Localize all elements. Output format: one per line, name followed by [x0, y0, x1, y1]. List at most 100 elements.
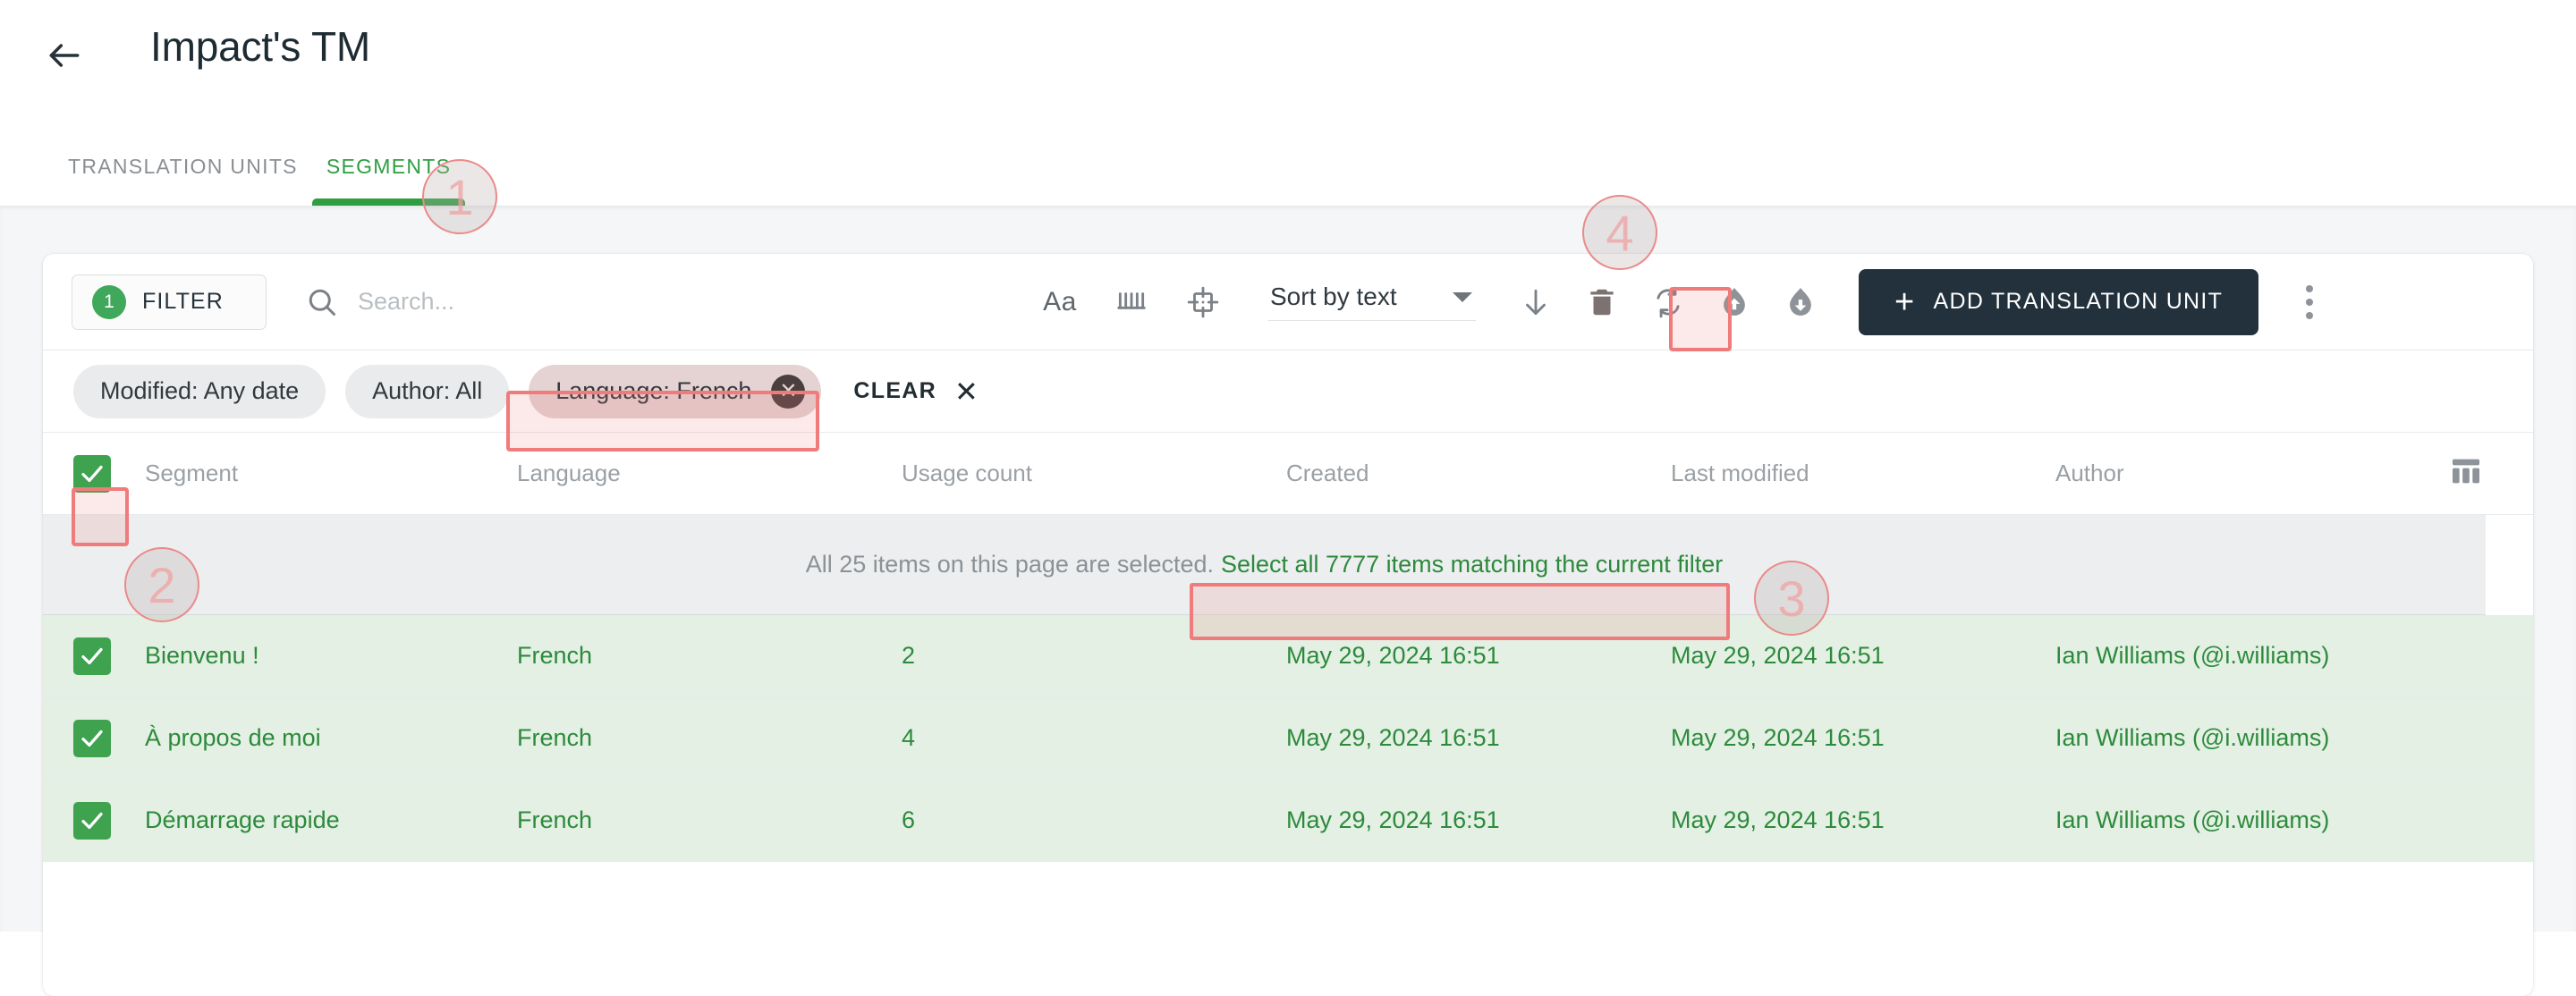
delete-button[interactable]	[1574, 274, 1630, 330]
filter-chip-modified-label: Modified: Any date	[100, 377, 300, 404]
filter-button[interactable]: 1 FILTER	[72, 274, 267, 330]
row-checkbox[interactable]	[73, 719, 111, 757]
sort-direction-button[interactable]	[1508, 274, 1563, 330]
text-match-tools: Aa	[1032, 274, 1231, 330]
cell-created-text: May 29, 2024 16:51	[1286, 806, 1500, 833]
chevron-down-icon	[1453, 291, 1472, 302]
cell-created-text: May 29, 2024 16:51	[1286, 642, 1500, 669]
filter-count-badge: 1	[92, 284, 126, 319]
upload-button[interactable]	[1707, 274, 1762, 330]
columns-settings-icon	[2448, 453, 2484, 494]
tab-translation-units-label: TRANSLATION UNITS	[68, 155, 298, 178]
match-case-icon[interactable]: Aa	[1032, 274, 1088, 330]
row-checkbox[interactable]	[73, 637, 111, 675]
filter-chip-remove-icon[interactable]: ✕	[771, 374, 806, 409]
cell-segment: À propos de moi	[141, 724, 517, 752]
cell-segment-text: Bienvenu !	[145, 642, 259, 669]
cell-created-text: May 29, 2024 16:51	[1286, 724, 1500, 751]
close-icon: ✕	[954, 375, 980, 408]
select-all-banner: All 25 items on this page are selected. …	[43, 515, 2486, 615]
cell-author: Ian Williams (@i.williams)	[2055, 642, 2399, 670]
whitespace-icon[interactable]	[1104, 274, 1159, 330]
cell-author-text: Ian Williams (@i.williams)	[2055, 724, 2330, 751]
back-button[interactable]	[39, 32, 89, 82]
tab-segments-label: SEGMENTS	[326, 155, 452, 178]
filter-button-label: FILTER	[142, 289, 224, 314]
row-checkbox-cell	[43, 801, 141, 840]
cell-author-text: Ian Williams (@i.williams)	[2055, 806, 2330, 833]
arrow-left-icon	[45, 36, 84, 80]
cell-usage-count: 6	[902, 806, 1286, 834]
cell-created: May 29, 2024 16:51	[1286, 806, 1671, 834]
cell-last-modified-text: May 29, 2024 16:51	[1671, 724, 1885, 751]
sort-select[interactable]: Sort by text	[1268, 283, 1476, 321]
column-header-last-modified[interactable]: Last modified	[1671, 460, 2055, 487]
select-all-matching-filter-link[interactable]: Select all 7777 items matching the curre…	[1221, 551, 1723, 578]
column-header-created[interactable]: Created	[1286, 460, 1671, 487]
column-header-language[interactable]: Language	[517, 460, 902, 487]
kebab-dot	[2306, 311, 2314, 319]
filter-chip-author[interactable]: Author: All	[345, 364, 510, 418]
cell-created: May 29, 2024 16:51	[1286, 724, 1671, 752]
row-checkbox-cell	[43, 719, 141, 757]
select-all-checkbox[interactable]	[73, 454, 111, 493]
segments-card: 1 FILTER Aa	[43, 254, 2533, 996]
column-header-author[interactable]: Author	[2055, 460, 2399, 487]
search-input[interactable]	[358, 288, 1020, 316]
column-header-last-modified-label: Last modified	[1671, 460, 1809, 486]
row-checkbox-cell	[43, 637, 141, 675]
add-translation-unit-button[interactable]: + ADD TRANSLATION UNIT	[1859, 268, 2259, 335]
select-all-banner-wrapper: All 25 items on this page are selected. …	[43, 515, 2533, 615]
cell-usage-count: 4	[902, 724, 1286, 752]
cell-author-text: Ian Williams (@i.williams)	[2055, 642, 2330, 669]
cell-segment: Bienvenu !	[141, 642, 517, 670]
page-header: Impact's TM TRANSLATION UNITS SEGMENTS	[0, 0, 2576, 206]
cell-language-text: French	[517, 806, 593, 833]
cell-last-modified: May 29, 2024 16:51	[1671, 724, 2055, 752]
filter-chip-language-label: Language: French	[555, 377, 752, 404]
column-header-usage-count[interactable]: Usage count	[902, 460, 1286, 487]
column-header-segment-label: Segment	[145, 460, 239, 486]
cell-language-text: French	[517, 642, 593, 669]
kebab-dot	[2306, 284, 2314, 292]
tab-translation-units[interactable]: TRANSLATION UNITS	[54, 155, 312, 206]
filter-chip-modified[interactable]: Modified: Any date	[73, 364, 326, 418]
column-header-segment[interactable]: Segment	[141, 460, 517, 487]
table-row[interactable]: Bienvenu ! French 2 May 29, 2024 16:51 M…	[43, 615, 2533, 697]
download-button[interactable]	[1773, 274, 1828, 330]
sort-select-label: Sort by text	[1270, 283, 1397, 310]
cell-created: May 29, 2024 16:51	[1286, 642, 1671, 670]
row-checkbox[interactable]	[73, 801, 111, 840]
cell-last-modified: May 29, 2024 16:51	[1671, 642, 2055, 670]
column-header-language-label: Language	[517, 460, 621, 486]
search-box[interactable]	[306, 286, 1020, 318]
refresh-search-button[interactable]	[1640, 274, 1696, 330]
kebab-menu-icon[interactable]	[2285, 275, 2334, 329]
cell-language: French	[517, 724, 902, 752]
clear-filters-label: CLEAR	[853, 378, 937, 403]
tab-bar: TRANSLATION UNITS SEGMENTS	[54, 132, 466, 206]
filter-chip-language[interactable]: Language: French ✕	[529, 364, 822, 418]
table-row[interactable]: Démarrage rapide French 6 May 29, 2024 1…	[43, 780, 2533, 862]
match-case-label: Aa	[1043, 286, 1077, 317]
column-header-usage-count-label: Usage count	[902, 460, 1032, 486]
search-icon	[306, 286, 338, 318]
kebab-dot	[2306, 298, 2314, 306]
plus-icon: +	[1894, 283, 1916, 321]
table-row[interactable]: À propos de moi French 4 May 29, 2024 16…	[43, 697, 2533, 780]
cell-last-modified-text: May 29, 2024 16:51	[1671, 806, 1885, 833]
clear-filters-button[interactable]: CLEAR ✕	[853, 377, 979, 406]
regex-icon[interactable]	[1175, 274, 1231, 330]
column-settings-button[interactable]	[2399, 453, 2533, 494]
select-all-checkbox-cell	[43, 454, 141, 493]
cell-last-modified: May 29, 2024 16:51	[1671, 806, 2055, 834]
filter-chips-row: Modified: Any date Author: All Language:…	[43, 350, 2533, 433]
cell-usage-count-text: 6	[902, 806, 916, 833]
page-body: 1 FILTER Aa	[0, 206, 2576, 996]
page-title: Impact's TM	[150, 23, 370, 70]
action-icons	[1508, 274, 1828, 330]
tab-segments[interactable]: SEGMENTS	[311, 155, 466, 206]
segments-table-body: Bienvenu ! French 2 May 29, 2024 16:51 M…	[43, 615, 2533, 862]
cell-segment-text: Démarrage rapide	[145, 806, 340, 833]
cell-segment-text: À propos de moi	[145, 724, 321, 751]
